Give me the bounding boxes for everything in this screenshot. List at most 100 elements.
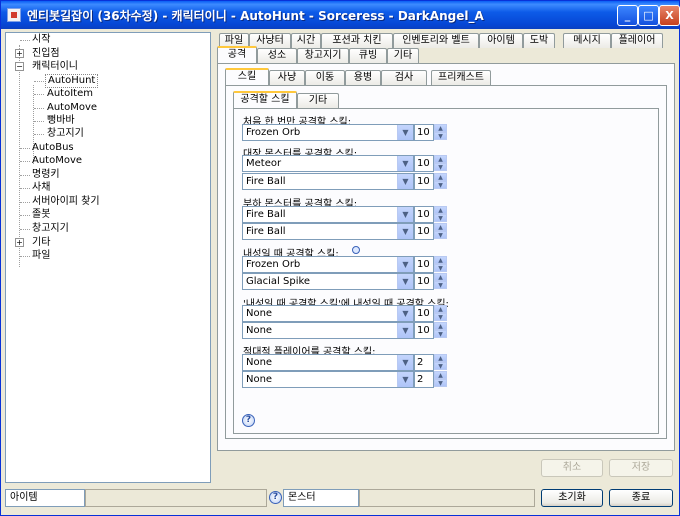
count-input[interactable]: 10 (414, 273, 434, 290)
window-title: 엔티봇길잡이 (36차수정) - 캐릭터이니 - AutoHunt - Sorc… (27, 9, 484, 23)
tab-stash[interactable]: 창고지기 (297, 48, 349, 63)
spin-down-icon: ▼ (434, 132, 447, 140)
quit-button[interactable]: 종료 (609, 489, 673, 507)
tree-item-autobus[interactable]: AutoBus (32, 142, 74, 154)
tree-expand-icon[interactable]: + (15, 238, 24, 247)
spin-down-icon: ▼ (434, 231, 447, 239)
count-spinner[interactable]: ▲ ▼ (434, 322, 447, 339)
innertab-misc[interactable]: 기타 (297, 93, 339, 108)
tree-item-file[interactable]: 파일 (32, 250, 50, 262)
subtab-precast[interactable]: 프리캐스트 (431, 70, 491, 85)
chevron-down-icon: ▼ (397, 125, 413, 140)
subtab-hunt[interactable]: 사냥 (269, 70, 305, 85)
monster-status-field[interactable]: 몬스터 (283, 489, 359, 507)
tab-item[interactable]: 아이템 (479, 33, 523, 48)
count-input[interactable]: 10 (414, 173, 434, 190)
tree-item-misc[interactable]: 기타 (32, 237, 50, 249)
tab-gamble[interactable]: 도박 (523, 33, 555, 48)
tab-inventory-belt[interactable]: 인벤토리와 벨트 (393, 33, 479, 48)
tree-item-autohunt[interactable]: AutoHunt (45, 74, 99, 88)
tree-item-autoitem[interactable]: AutoItem (47, 88, 93, 100)
reset-button[interactable]: 초기화 (541, 489, 603, 507)
skill-select[interactable]: None ▼ (242, 305, 414, 322)
count-input[interactable]: 10 (414, 223, 434, 240)
save-button[interactable]: 저장 (609, 459, 673, 477)
spin-down-icon: ▼ (434, 163, 447, 171)
title-bar[interactable]: 엔티봇길잡이 (36차수정) - 캐릭터이니 - AutoHunt - Sorc… (1, 1, 680, 29)
count-input[interactable]: 10 (414, 256, 434, 273)
spin-up-icon: ▲ (434, 354, 447, 362)
skill-select[interactable]: Meteor ▼ (242, 155, 414, 172)
maximize-button[interactable]: □ (638, 5, 659, 26)
count-spinner[interactable]: ▲ ▼ (434, 354, 447, 371)
spin-up-icon: ▲ (434, 223, 447, 231)
count-input[interactable]: 2 (414, 371, 434, 388)
subtab-inspect[interactable]: 검사 (381, 70, 427, 85)
help-icon[interactable]: ? (269, 491, 282, 504)
tab-potion-chicken[interactable]: 포션과 치킨 (321, 33, 393, 48)
tree-item-stash-keeper[interactable]: 창고지기 (47, 128, 84, 140)
subtab-skill[interactable]: 스킬 (225, 68, 269, 85)
tab-time[interactable]: 시간 (291, 33, 321, 48)
spin-up-icon: ▲ (434, 273, 447, 281)
skill-select[interactable]: Frozen Orb ▼ (242, 124, 414, 141)
count-spinner[interactable]: ▲ ▼ (434, 256, 447, 273)
minimize-button[interactable]: _ (617, 5, 638, 26)
count-spinner[interactable]: ▲ ▼ (434, 223, 447, 240)
count-input[interactable]: 10 (414, 322, 434, 339)
spin-up-icon: ▲ (434, 305, 447, 313)
count-input[interactable]: 10 (414, 124, 434, 141)
cancel-button[interactable]: 취소 (541, 459, 603, 477)
count-spinner[interactable]: ▲ ▼ (434, 155, 447, 172)
tab-attack[interactable]: 공격 (217, 46, 257, 63)
spin-down-icon: ▼ (434, 214, 447, 222)
tree-collapse-icon[interactable]: − (15, 62, 24, 71)
monster-status-blank (359, 489, 535, 507)
tab-cube[interactable]: 큐빙 (349, 48, 387, 63)
tab-misc[interactable]: 기타 (387, 48, 419, 63)
count-input[interactable]: 10 (414, 305, 434, 322)
subtab-mercenary[interactable]: 용병 (345, 70, 381, 85)
info-icon[interactable] (352, 246, 360, 254)
tree-item-jolbot[interactable]: 졸봇 (32, 209, 50, 221)
tree-item-commands[interactable]: 명령키 (32, 169, 60, 181)
help-icon[interactable]: ? (242, 414, 255, 427)
skill-select[interactable]: None ▼ (242, 371, 414, 388)
spin-down-icon: ▼ (434, 264, 447, 272)
innertab-attack-skill[interactable]: 공격할 스킬 (233, 91, 297, 108)
count-spinner[interactable]: ▲ ▼ (434, 124, 447, 141)
count-spinner[interactable]: ▲ ▼ (434, 273, 447, 290)
item-status-field[interactable]: 아이템 (5, 489, 85, 507)
skill-select[interactable]: None ▼ (242, 322, 414, 339)
spin-down-icon: ▼ (434, 313, 447, 321)
count-input[interactable]: 2 (414, 354, 434, 371)
tree-item-entry[interactable]: 진입점 (32, 48, 60, 60)
tab-message[interactable]: 메시지 (563, 33, 611, 48)
tree-item-bbangbaba[interactable]: 뻥바바 (47, 115, 75, 127)
tree-item-automove-2[interactable]: AutoMove (32, 155, 82, 167)
count-input[interactable]: 10 (414, 206, 434, 223)
tab-player[interactable]: 플레이어 (611, 33, 663, 48)
tree-item-start[interactable]: 시작 (32, 34, 50, 46)
close-button[interactable]: X (659, 5, 680, 26)
skill-select[interactable]: Frozen Orb ▼ (242, 256, 414, 273)
skill-select[interactable]: Fire Ball ▼ (242, 206, 414, 223)
tree-item-server-ip[interactable]: 서버아이피 찾기 (32, 196, 100, 208)
tab-sanctuary[interactable]: 성소 (257, 48, 297, 63)
skill-select[interactable]: Fire Ball ▼ (242, 223, 414, 240)
tree-item-character[interactable]: 캐릭터이니 (32, 61, 78, 73)
count-input[interactable]: 10 (414, 155, 434, 172)
skill-select[interactable]: Glacial Spike ▼ (242, 273, 414, 290)
tree-item-loan[interactable]: 사채 (32, 182, 50, 194)
count-spinner[interactable]: ▲ ▼ (434, 173, 447, 190)
tree-item-stash-keeper-2[interactable]: 창고지기 (32, 223, 69, 235)
tree-item-automove[interactable]: AutoMove (47, 102, 97, 114)
skill-select[interactable]: Fire Ball ▼ (242, 173, 414, 190)
chevron-down-icon: ▼ (397, 323, 413, 338)
count-spinner[interactable]: ▲ ▼ (434, 371, 447, 388)
count-spinner[interactable]: ▲ ▼ (434, 305, 447, 322)
count-spinner[interactable]: ▲ ▼ (434, 206, 447, 223)
skill-select[interactable]: None ▼ (242, 354, 414, 371)
subtab-move[interactable]: 이동 (305, 70, 345, 85)
tree-expand-icon[interactable]: + (15, 49, 24, 58)
